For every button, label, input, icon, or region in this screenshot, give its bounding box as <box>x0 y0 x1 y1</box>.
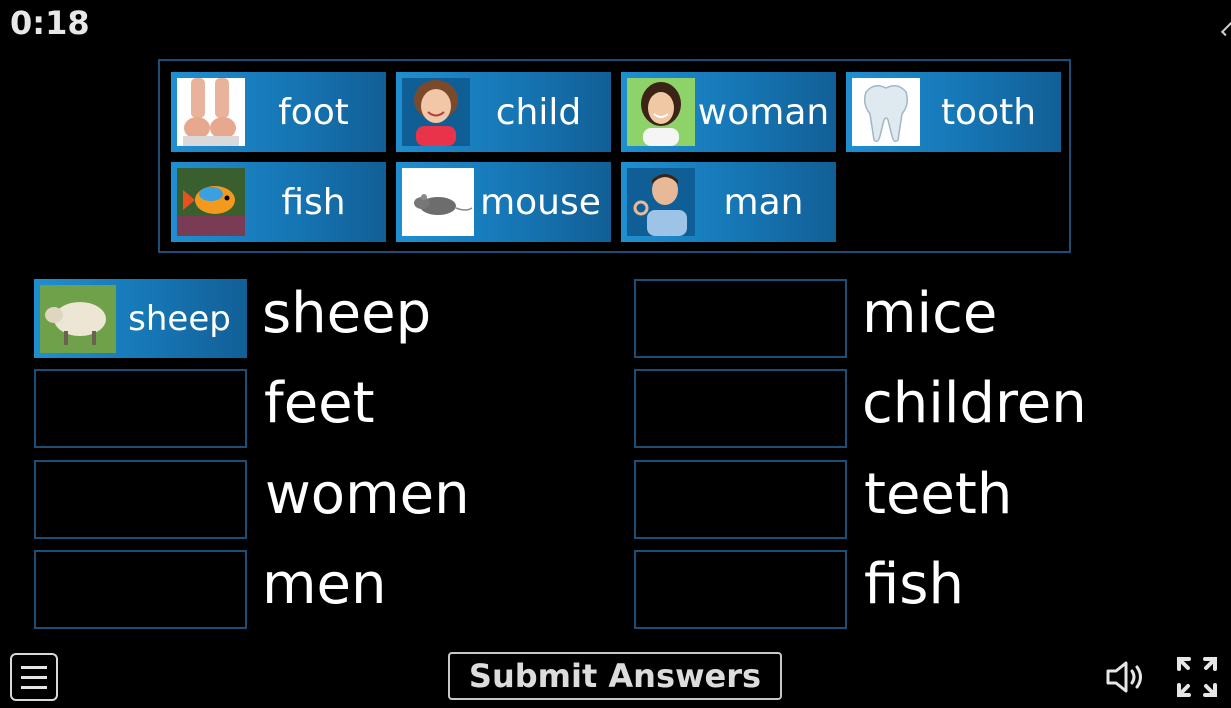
drop-slot-women[interactable] <box>34 460 247 539</box>
tile-label: man <box>723 181 804 223</box>
drop-slot-feet[interactable] <box>34 369 247 448</box>
tile-label: fish <box>281 181 346 223</box>
drop-slot-teeth[interactable] <box>634 460 847 539</box>
target-word-men: men <box>262 552 387 617</box>
chevron-icon[interactable] <box>1220 21 1231 37</box>
tile-mouse[interactable]: mouse <box>396 162 611 242</box>
tile-woman[interactable]: woman <box>621 72 836 152</box>
tile-label: child <box>495 91 582 133</box>
tile-fish[interactable]: fish <box>171 162 386 242</box>
tile-label: tooth <box>940 91 1037 133</box>
drop-slot-children[interactable] <box>634 369 847 448</box>
target-word-children: children <box>862 371 1087 436</box>
mouse-photo <box>402 168 474 236</box>
submit-answers-button[interactable]: Submit Answers <box>448 652 782 700</box>
target-word-sheep: sheep <box>262 281 432 346</box>
tile-label: foot <box>278 91 349 133</box>
tile-child[interactable]: child <box>396 72 611 152</box>
fish-photo <box>177 168 245 236</box>
man-photo <box>627 168 695 236</box>
placed-tile-sheep[interactable]: sheep <box>34 279 247 358</box>
child-photo <box>402 78 470 146</box>
target-word-women: women <box>265 462 470 527</box>
speaker-icon[interactable] <box>1105 658 1149 700</box>
drop-slot-sheep[interactable]: sheep <box>34 279 247 358</box>
tile-man[interactable]: man <box>621 162 836 242</box>
tile-label: woman <box>697 91 830 133</box>
tile-tooth[interactable]: tooth <box>846 72 1061 152</box>
fullscreen-icon[interactable] <box>1175 655 1219 703</box>
target-word-teeth: teeth <box>864 462 1013 527</box>
drop-slot-men[interactable] <box>34 550 247 629</box>
tile-label: sheep <box>128 298 231 339</box>
target-word-mice: mice <box>862 281 998 346</box>
sheep-photo <box>40 284 116 353</box>
drop-slot-fish[interactable] <box>634 550 847 629</box>
foot-photo <box>177 78 245 146</box>
tooth-photo <box>852 78 920 146</box>
tile-foot[interactable]: foot <box>171 72 386 152</box>
tile-label: mouse <box>480 181 601 223</box>
drop-slot-mice[interactable] <box>634 279 847 358</box>
menu-icon[interactable] <box>10 653 58 701</box>
target-word-feet: feet <box>264 371 375 436</box>
woman-photo <box>627 78 695 146</box>
word-bank: foot child woman tooth fish mouse man <box>158 59 1071 253</box>
timer: 0:18 <box>10 4 90 42</box>
target-word-fish: fish <box>864 552 964 617</box>
